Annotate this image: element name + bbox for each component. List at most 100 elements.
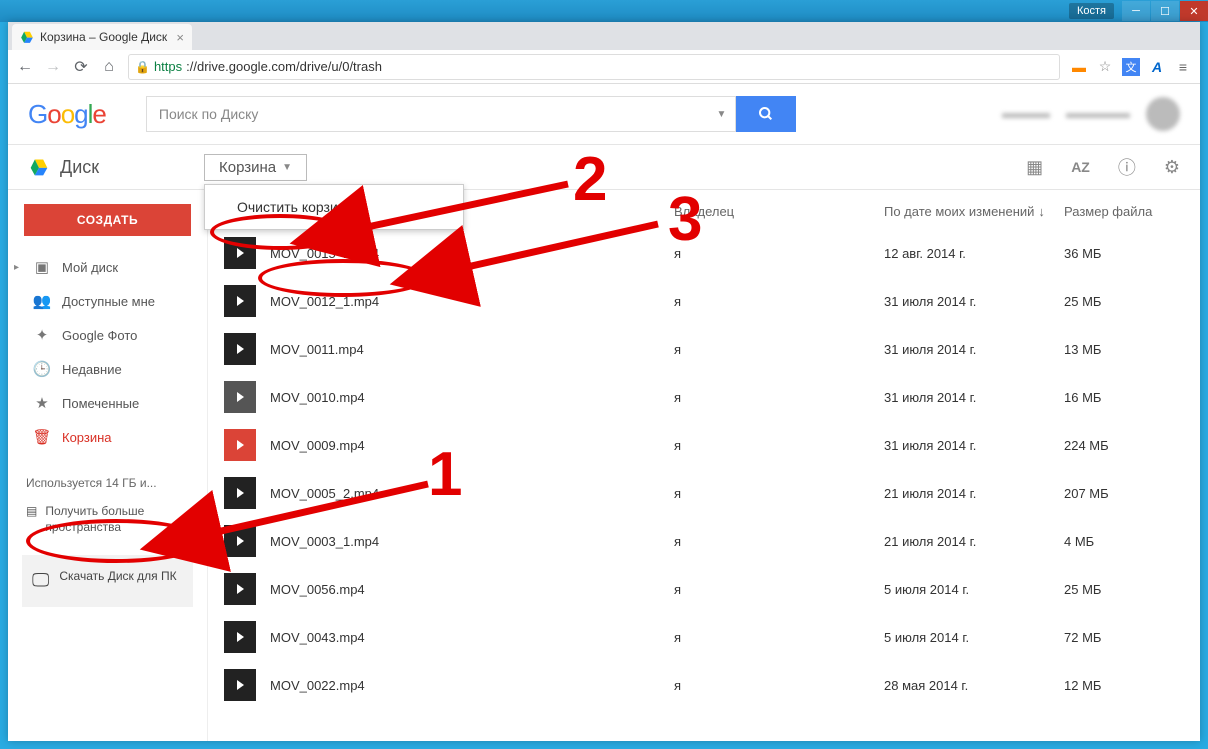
app-tools: ▦ AZ ⓘ ⚙ bbox=[1026, 154, 1180, 180]
file-size: 25 МБ bbox=[1064, 582, 1184, 597]
menu-icon[interactable]: ≡ bbox=[1174, 58, 1192, 76]
monitor-icon: 🖵 bbox=[32, 569, 49, 592]
file-size: 16 МБ bbox=[1064, 390, 1184, 405]
file-owner: я bbox=[674, 534, 884, 549]
breadcrumb-button[interactable]: Корзина ▼ bbox=[204, 154, 307, 181]
file-date: 31 июля 2014 г. bbox=[884, 438, 1064, 453]
file-date: 5 июля 2014 г. bbox=[884, 582, 1064, 597]
google-logo[interactable]: Google bbox=[28, 99, 106, 130]
file-owner: я bbox=[674, 438, 884, 453]
sidebar-item-label: Google Фото bbox=[62, 328, 137, 343]
file-date: 21 июля 2014 г. bbox=[884, 486, 1064, 501]
drive-triangle-icon bbox=[28, 157, 50, 177]
grid-view-icon[interactable]: ▦ bbox=[1026, 157, 1043, 178]
sidebar-item-trash[interactable]: 🗑Корзина bbox=[8, 420, 207, 454]
sidebar-item-label: Помеченные bbox=[62, 396, 139, 411]
browser-toolbar: ← → ⟳ ⌂ 🔒 https://drive.google.com/drive… bbox=[8, 50, 1200, 84]
table-row[interactable]: MOV_0012_1.mp4я31 июля 2014 г.25 МБ bbox=[208, 277, 1200, 325]
file-date: 5 июля 2014 г. bbox=[884, 630, 1064, 645]
photos-icon: ✦ bbox=[32, 326, 52, 344]
search-button[interactable] bbox=[736, 96, 796, 132]
more-storage-link[interactable]: ▤ Получить больше пространства bbox=[22, 498, 193, 541]
back-icon[interactable]: ← bbox=[16, 58, 34, 76]
search-dropdown-icon[interactable]: ▼ bbox=[708, 96, 736, 132]
table-row[interactable]: MOV_0005_2.mp4 я21 июля 2014 г.207 МБ bbox=[208, 469, 1200, 517]
tab-title: Корзина – Google Диск bbox=[40, 30, 167, 44]
empty-trash-item[interactable]: Очистить корзину bbox=[205, 185, 463, 229]
extension-icons: ▬ ☆ 文 A ≡ bbox=[1070, 58, 1192, 76]
page-content: Google Поиск по Диску ▼ ▬▬▬▬▬▬▬ Диск bbox=[8, 84, 1200, 741]
file-date: 12 авг. 2014 г. bbox=[884, 246, 1064, 261]
translate-icon[interactable]: 文 bbox=[1122, 58, 1140, 76]
video-thumbnail-icon bbox=[224, 285, 256, 317]
folder-icon: ▣ bbox=[32, 258, 52, 276]
file-name: MOV_0012_1.mp4 bbox=[270, 294, 379, 309]
create-button[interactable]: СОЗДАТЬ bbox=[24, 204, 191, 236]
sidebar-item-people[interactable]: 👥Доступные мне bbox=[8, 284, 207, 318]
url-bar[interactable]: 🔒 https://drive.google.com/drive/u/0/tra… bbox=[128, 54, 1060, 80]
file-date: 31 июля 2014 г. bbox=[884, 294, 1064, 309]
window-close-button[interactable]: ✕ bbox=[1180, 1, 1208, 21]
col-date[interactable]: По дате моих изменений ↓ bbox=[884, 204, 1064, 219]
expand-icon[interactable]: ▸ bbox=[14, 262, 19, 273]
browser-tab[interactable]: Корзина – Google Диск × bbox=[12, 24, 192, 50]
file-name: MOV_0015_1.mp4 bbox=[270, 246, 379, 261]
extension-1-icon[interactable]: ▬ bbox=[1070, 58, 1088, 76]
bookmark-star-icon[interactable]: ☆ bbox=[1096, 58, 1114, 76]
table-row[interactable]: MOV_0015_1.mp4 я12 авг. 2014 г.36 МБ bbox=[208, 229, 1200, 277]
col-owner[interactable]: Владелец bbox=[674, 204, 884, 219]
table-row[interactable]: MOV_0009.mp4я31 июля 2014 г.224 МБ bbox=[208, 421, 1200, 469]
file-name: MOV_0005_2.mp4 bbox=[270, 486, 379, 501]
file-owner: я bbox=[674, 246, 884, 261]
info-icon[interactable]: ⓘ bbox=[1118, 154, 1136, 180]
gear-icon[interactable]: ⚙ bbox=[1164, 157, 1180, 178]
window-user-badge: Костя bbox=[1069, 3, 1114, 19]
table-row[interactable]: MOV_0011.mp4я31 июля 2014 г.13 МБ bbox=[208, 325, 1200, 373]
avatar[interactable] bbox=[1146, 97, 1180, 131]
forward-icon[interactable]: → bbox=[44, 58, 62, 76]
search-input[interactable]: Поиск по Диску bbox=[146, 96, 708, 132]
account-area[interactable]: ▬▬▬▬▬▬▬ bbox=[1002, 97, 1180, 131]
sidebar-item-label: Корзина bbox=[62, 430, 112, 445]
window-titlebar: Костя ─ ☐ ✕ bbox=[0, 0, 1208, 22]
sidebar-item-folder[interactable]: ▸▣Мой диск bbox=[8, 250, 207, 284]
home-icon[interactable]: ⌂ bbox=[100, 58, 118, 76]
search-wrapper: Поиск по Диску ▼ bbox=[146, 96, 796, 132]
window-maximize-button[interactable]: ☐ bbox=[1151, 1, 1179, 21]
video-thumbnail-icon bbox=[224, 237, 256, 269]
tab-close-icon[interactable]: × bbox=[176, 30, 184, 45]
table-row[interactable]: MOV_0010.mp4я31 июля 2014 г.16 МБ bbox=[208, 373, 1200, 421]
browser-window: Корзина – Google Диск × ← → ⟳ ⌂ 🔒 https:… bbox=[8, 22, 1200, 741]
file-size: 224 МБ bbox=[1064, 438, 1184, 453]
table-row[interactable]: MOV_0003_1.mp4я21 июля 2014 г.4 МБ bbox=[208, 517, 1200, 565]
file-size: 12 МБ bbox=[1064, 678, 1184, 693]
sidebar: СОЗДАТЬ ▸▣Мой диск👥Доступные мне✦Google … bbox=[8, 190, 208, 741]
table-row[interactable]: MOV_0022.mp4я28 мая 2014 г.12 МБ bbox=[208, 661, 1200, 709]
table-row[interactable]: MOV_0056.mp4я5 июля 2014 г.25 МБ bbox=[208, 565, 1200, 613]
sort-az-icon[interactable]: AZ bbox=[1071, 159, 1090, 175]
extension-3-icon[interactable]: A bbox=[1148, 58, 1166, 76]
sidebar-item-star[interactable]: ★Помеченные bbox=[8, 386, 207, 420]
file-size: 4 МБ bbox=[1064, 534, 1184, 549]
drive-logo[interactable]: Диск bbox=[28, 157, 188, 178]
window-minimize-button[interactable]: ─ bbox=[1122, 1, 1150, 21]
file-size: 13 МБ bbox=[1064, 342, 1184, 357]
drive-label: Диск bbox=[60, 157, 99, 178]
file-date: 31 июля 2014 г. bbox=[884, 390, 1064, 405]
file-name: MOV_0003_1.mp4 bbox=[270, 534, 379, 549]
download-drive[interactable]: 🖵 Скачать Диск для ПК bbox=[22, 555, 193, 606]
col-size[interactable]: Размер файла bbox=[1064, 204, 1184, 219]
file-date: 31 июля 2014 г. bbox=[884, 342, 1064, 357]
video-thumbnail-icon bbox=[224, 525, 256, 557]
reload-icon[interactable]: ⟳ bbox=[72, 57, 90, 77]
storage-used: Используется 14 ГБ и... bbox=[22, 468, 193, 498]
sidebar-item-photos[interactable]: ✦ Google Фото bbox=[8, 318, 207, 352]
file-size: 207 МБ bbox=[1064, 486, 1184, 501]
file-size: 36 МБ bbox=[1064, 246, 1184, 261]
table-row[interactable]: MOV_0043.mp4я5 июля 2014 г.72 МБ bbox=[208, 613, 1200, 661]
file-owner: я bbox=[674, 486, 884, 501]
sidebar-item-clock[interactable]: 🕒Недавние bbox=[8, 352, 207, 386]
video-thumbnail-icon bbox=[224, 573, 256, 605]
clock-icon: 🕒 bbox=[32, 360, 52, 378]
content: СОЗДАТЬ ▸▣Мой диск👥Доступные мне✦Google … bbox=[8, 190, 1200, 741]
